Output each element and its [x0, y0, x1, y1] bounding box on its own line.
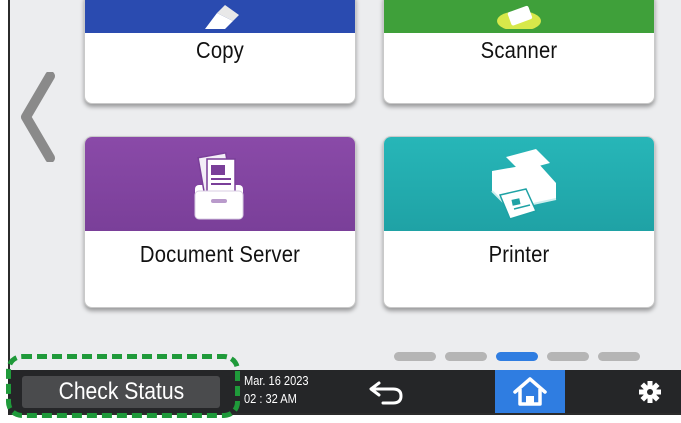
page-dot-active[interactable]	[496, 352, 538, 361]
document-server-tile[interactable]: Document Server	[84, 136, 356, 308]
document-server-label: Document Server	[139, 241, 301, 267]
chevron-left-icon[interactable]	[18, 72, 58, 162]
page-indicator	[394, 352, 640, 361]
date-text: Mar. 16 2023	[244, 373, 309, 388]
home-screen: Copy Scanner Document Server Printer	[8, 0, 681, 415]
copy-tile[interactable]: Copy	[84, 0, 356, 104]
scanner-tile[interactable]: Scanner	[383, 0, 655, 104]
printer-icon	[491, 149, 557, 220]
document-server-tile-color-band	[85, 137, 355, 231]
copy-label: Copy	[196, 37, 244, 63]
gear-icon[interactable]	[628, 374, 672, 409]
bottom-bar: Check Status Mar. 16 2023 02 : 32 AM	[8, 370, 681, 413]
home-button[interactable]	[495, 370, 565, 413]
check-status-button[interactable]: Check Status	[22, 376, 220, 408]
page-dot[interactable]	[394, 352, 436, 361]
printer-label: Printer	[488, 241, 550, 267]
date-time-display: Mar. 16 2023 02 : 32 AM	[244, 372, 309, 408]
scanner-icon	[497, 5, 541, 29]
scanner-label: Scanner	[480, 37, 558, 63]
printer-tile[interactable]: Printer	[383, 136, 655, 308]
document-server-icon	[194, 151, 244, 220]
back-arrow-icon[interactable]	[363, 374, 413, 409]
time-text: 02 : 32 AM	[244, 391, 297, 406]
page-dot[interactable]	[445, 352, 487, 361]
copy-tile-color-band	[85, 0, 355, 33]
home-icon	[513, 377, 547, 406]
scanner-tile-color-band	[384, 0, 654, 33]
printer-tile-color-band	[384, 137, 654, 231]
page-dot[interactable]	[598, 352, 640, 361]
copy-icon	[205, 5, 239, 29]
page-dot[interactable]	[547, 352, 589, 361]
check-status-label: Check Status	[58, 378, 184, 405]
